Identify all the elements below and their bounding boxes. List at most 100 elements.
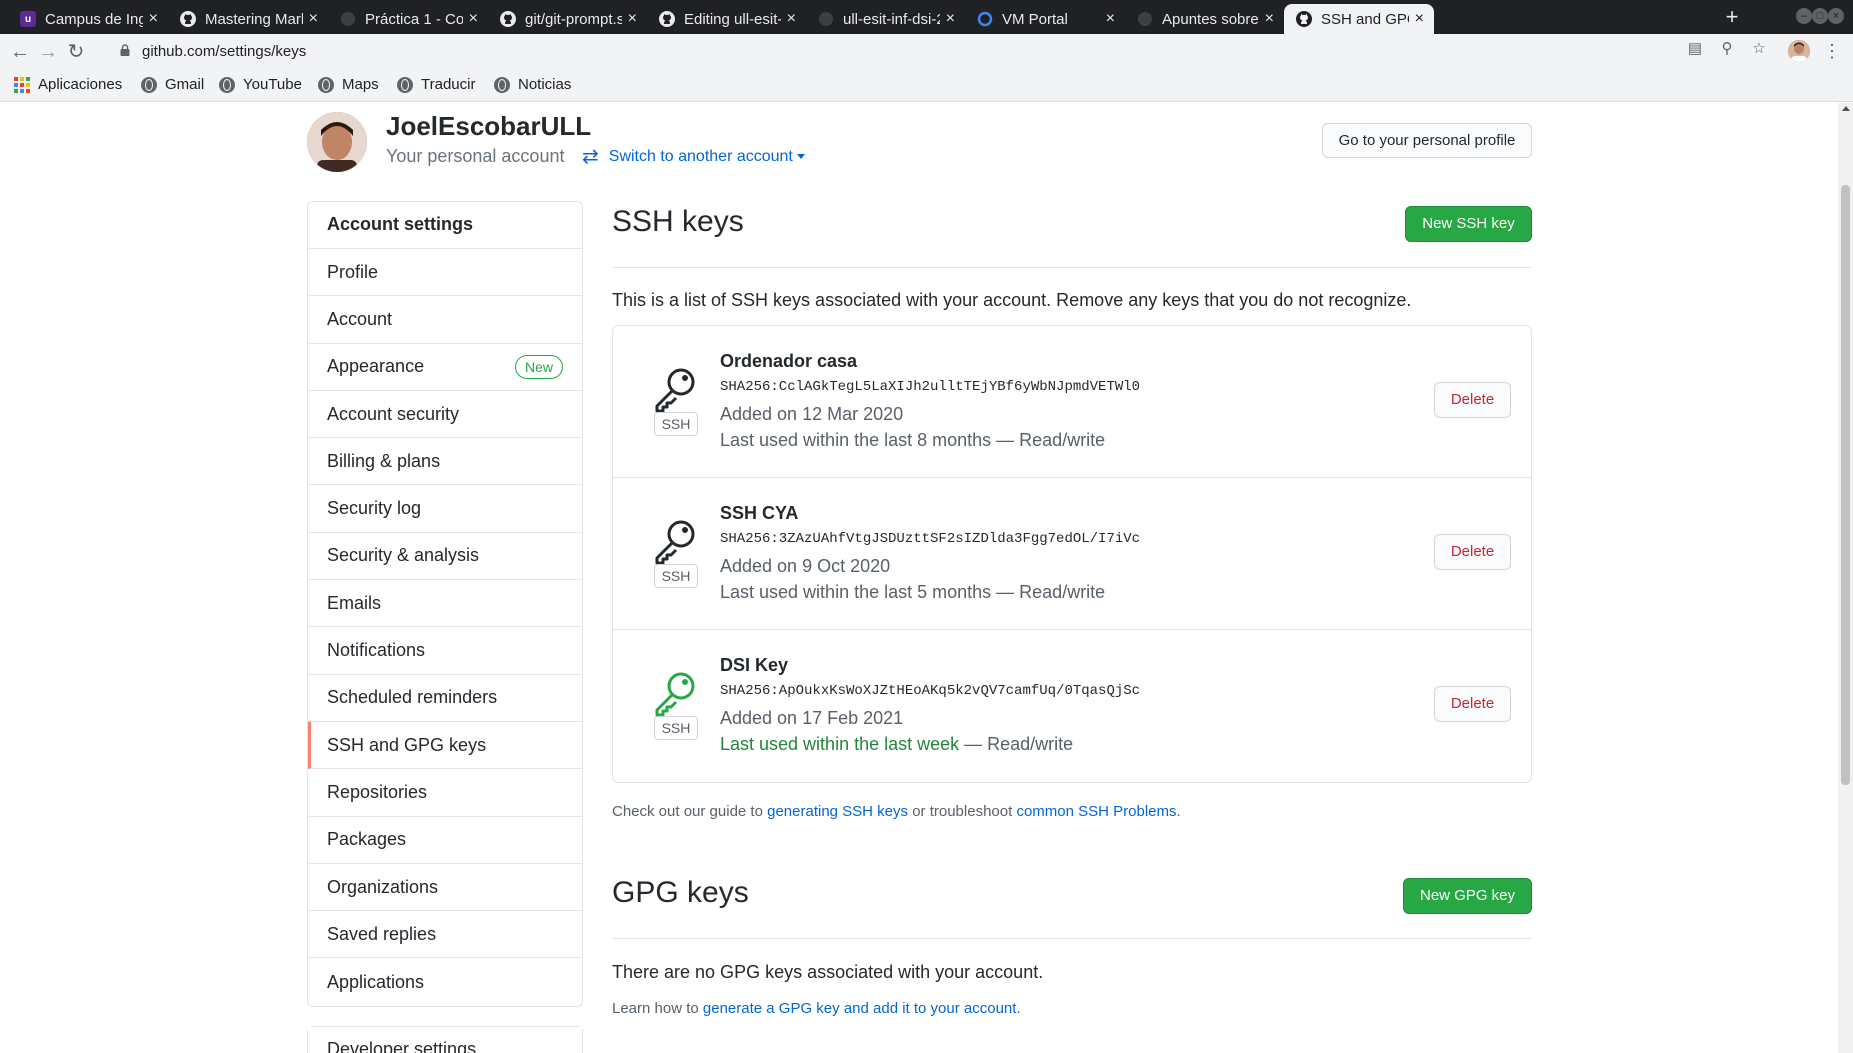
close-tab-icon[interactable]: × bbox=[1265, 10, 1274, 28]
sidebar-item-saved-replies[interactable]: Saved replies bbox=[308, 911, 582, 959]
bookmark-label: Aplicaciones bbox=[38, 76, 123, 93]
close-tab-icon[interactable]: × bbox=[946, 10, 955, 28]
scroll-up-arrow-icon[interactable] bbox=[1842, 106, 1850, 111]
bookmarks-bar: Aplicaciones Gmail YouTube Maps Traducir Noti… bbox=[0, 70, 1853, 102]
sidebar-item-scheduled-reminders[interactable]: Scheduled reminders bbox=[308, 675, 582, 722]
switch-account-link[interactable]: ⇄ Switch to another account bbox=[582, 144, 805, 169]
sidebar-item-applications[interactable]: Applications bbox=[308, 958, 582, 1005]
sidebar-item-label: Applications bbox=[327, 971, 425, 992]
github-icon bbox=[180, 11, 196, 27]
browser-tab[interactable]: SSH and GPG keys × bbox=[1284, 4, 1434, 34]
key-icon bbox=[653, 366, 697, 414]
sidebar-item-emails[interactable]: Emails bbox=[308, 580, 582, 628]
delete-key-button[interactable]: Delete bbox=[1434, 534, 1511, 570]
browser-tab[interactable]: VM Portal × bbox=[965, 4, 1125, 34]
bookmark-item[interactable]: YouTube bbox=[219, 76, 302, 93]
sidebar-item-account-security[interactable]: Account security bbox=[308, 391, 582, 439]
address-bar[interactable]: github.com/settings/keys bbox=[112, 37, 1832, 67]
forward-icon[interactable]: → bbox=[36, 40, 60, 64]
new-ssh-key-button[interactable]: New SSH key bbox=[1405, 206, 1532, 242]
bookmark-item[interactable]: Gmail bbox=[141, 76, 204, 93]
developer-settings-link[interactable]: Developer settings bbox=[308, 1027, 582, 1053]
browser-tab[interactable]: Práctica 1 - Config × bbox=[328, 4, 488, 34]
account-settings-menu: Account settings Profile Account Appearanc… bbox=[307, 201, 583, 1007]
sidebar-item-label: Organizations bbox=[327, 876, 439, 897]
github-icon bbox=[500, 11, 516, 27]
key-last-used: Last used within the last week — Read/wr… bbox=[720, 734, 1073, 755]
scrollbar-thumb[interactable] bbox=[1841, 185, 1850, 785]
close-tab-icon[interactable]: × bbox=[149, 10, 158, 28]
key-last-used-period: Last used within the last 8 months bbox=[720, 430, 992, 450]
browser-menu-icon[interactable]: ⋮ bbox=[1823, 40, 1841, 62]
globe-icon bbox=[397, 76, 413, 93]
go-to-profile-button[interactable]: Go to your personal profile bbox=[1322, 123, 1532, 158]
zoom-icon[interactable]: ⚲ bbox=[1718, 40, 1736, 58]
sidebar-item-packages[interactable]: Packages bbox=[308, 817, 582, 864]
sidebar-item-label: Saved replies bbox=[327, 923, 437, 944]
close-tab-icon[interactable]: × bbox=[469, 10, 478, 28]
delete-key-button[interactable]: Delete bbox=[1434, 686, 1511, 722]
guide-prefix: Check out our guide to bbox=[612, 803, 768, 820]
close-tab-icon[interactable]: × bbox=[628, 10, 637, 28]
close-tab-icon[interactable]: × bbox=[1106, 10, 1115, 28]
sidebar-item-security-log[interactable]: Security log bbox=[308, 485, 582, 533]
developer-settings-menu: Developer settings bbox=[307, 1026, 583, 1053]
globe-icon bbox=[219, 76, 235, 93]
page-scrollbar[interactable] bbox=[1838, 103, 1853, 1053]
browser-tab[interactable]: Apuntes sobre Ma × bbox=[1125, 4, 1284, 34]
sidebar-item-security-analysis[interactable]: Security & analysis bbox=[308, 533, 582, 581]
user-avatar[interactable] bbox=[307, 112, 367, 172]
browser-tab[interactable]: u Campus de Ingeni × bbox=[8, 4, 168, 34]
globe-icon bbox=[141, 76, 157, 93]
key-icon bbox=[653, 670, 697, 718]
close-tab-icon[interactable]: × bbox=[1415, 10, 1424, 28]
common-ssh-problems-link[interactable]: common SSH Problems bbox=[1016, 803, 1176, 820]
translate-icon[interactable]: ▤ bbox=[1686, 40, 1704, 58]
sidebar-item-ssh-and-gpg-keys[interactable]: SSH and GPG keys bbox=[308, 721, 582, 770]
back-icon[interactable]: ← bbox=[8, 40, 32, 64]
ssh-keys-heading: SSH keys bbox=[612, 205, 744, 238]
generating-ssh-keys-link[interactable]: generating SSH keys bbox=[767, 803, 908, 820]
bookmark-label: YouTube bbox=[243, 76, 302, 93]
sidebar-item-profile[interactable]: Profile bbox=[308, 249, 582, 297]
bookmark-item[interactable]: Noticias bbox=[494, 76, 571, 93]
bookmark-item[interactable]: Traducir bbox=[397, 76, 475, 93]
sidebar-item-label: Profile bbox=[327, 261, 379, 282]
tab-title: Campus de Ingeni bbox=[45, 10, 143, 28]
apps-grid-icon bbox=[14, 76, 30, 93]
close-window-icon[interactable]: × bbox=[1828, 8, 1844, 24]
gpg-keys-heading: GPG keys bbox=[612, 876, 749, 909]
delete-key-button[interactable]: Delete bbox=[1434, 382, 1511, 418]
reload-icon[interactable]: ↻ bbox=[64, 40, 88, 64]
browser-tab[interactable]: git/git-prompt.sh × bbox=[488, 4, 647, 34]
bookmark-item[interactable]: Maps bbox=[318, 76, 379, 93]
close-tab-icon[interactable]: × bbox=[309, 10, 318, 28]
sidebar-item-billing-plans[interactable]: Billing & plans bbox=[308, 438, 582, 486]
vm-portal-icon bbox=[977, 11, 993, 27]
switch-account-label: Switch to another account bbox=[608, 147, 793, 165]
sidebar-item-appearance[interactable]: Appearance New bbox=[308, 344, 582, 391]
new-badge: New bbox=[514, 354, 563, 379]
generate-gpg-key-link[interactable]: generate a GPG key and add it to your ac… bbox=[703, 1000, 1017, 1017]
sidebar-item-repositories[interactable]: Repositories bbox=[308, 769, 582, 817]
new-gpg-key-button[interactable]: New GPG key bbox=[1403, 878, 1532, 914]
key-access-level: — Read/write bbox=[959, 734, 1074, 754]
browser-tab[interactable]: ull-esit-inf-dsi-20-2 × bbox=[806, 4, 965, 34]
browser-tab[interactable]: Editing ull-esit-inf × bbox=[647, 4, 806, 34]
key-added-date: Added on 9 Oct 2020 bbox=[720, 556, 891, 576]
bookmark-item[interactable]: Aplicaciones bbox=[14, 76, 122, 93]
browser-tab[interactable]: Mastering Markdo × bbox=[168, 4, 328, 34]
tab-title: Apuntes sobre Ma bbox=[1162, 10, 1259, 28]
sidebar-item-label: Packages bbox=[327, 829, 407, 850]
blank-icon bbox=[340, 11, 356, 27]
maximize-window-icon[interactable]: □ bbox=[1812, 8, 1828, 24]
close-tab-icon[interactable]: × bbox=[787, 10, 796, 28]
browser-profile-avatar[interactable] bbox=[1788, 40, 1810, 62]
bookmark-star-icon[interactable]: ☆ bbox=[1750, 40, 1768, 58]
minimize-window-icon[interactable]: – bbox=[1796, 8, 1812, 24]
new-tab-plus-icon[interactable]: + bbox=[1718, 4, 1746, 32]
sidebar-item-organizations[interactable]: Organizations bbox=[308, 864, 582, 912]
sidebar-item-account[interactable]: Account bbox=[308, 296, 582, 344]
sidebar-item-notifications[interactable]: Notifications bbox=[308, 627, 582, 675]
key-last-used: Last used within the last 5 months — Rea… bbox=[720, 582, 1105, 603]
